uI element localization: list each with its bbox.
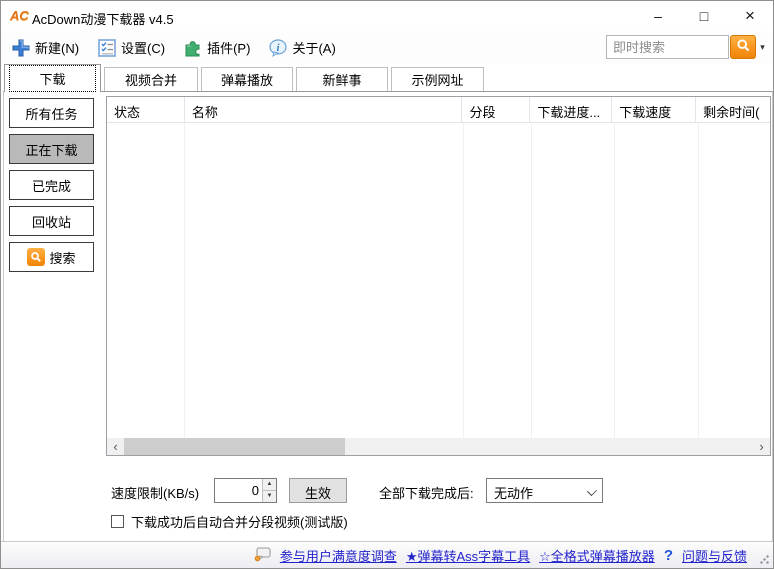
column-header-status[interactable]: 状态	[107, 97, 185, 122]
tab-sample-urls[interactable]: 示例网址	[391, 67, 484, 91]
auto-merge-checkbox[interactable]	[111, 515, 124, 528]
column-header-speed[interactable]: 下载速度	[612, 97, 697, 122]
tabstrip: 下载 视频合并 弹幕播放 新鲜事 示例网址	[1, 64, 773, 92]
column-header-name[interactable]: 名称	[185, 97, 463, 122]
tab-video-merge-label: 视频合并	[124, 73, 177, 88]
app-logo-icon: AC	[10, 8, 29, 23]
auto-merge-label: 下载成功后自动合并分段视频(测试版)	[131, 515, 348, 530]
all-tasks-label: 所有任务	[25, 106, 78, 122]
column-divider	[531, 123, 532, 439]
scroll-right-button[interactable]: ›	[753, 438, 770, 455]
spinner-buttons: ▲ ▼	[262, 479, 276, 502]
about-button[interactable]: i 关于(A)	[260, 33, 343, 63]
survey-bubble-icon	[254, 546, 271, 565]
danmaku-player-link[interactable]: ☆全格式弹幕播放器	[539, 546, 655, 565]
tab-danmaku-play[interactable]: 弹幕播放	[201, 67, 293, 91]
speed-limit-label: 速度限制(KB/s)	[111, 486, 200, 501]
tab-sample-urls-label: 示例网址	[411, 73, 464, 88]
close-icon: ×	[745, 6, 755, 25]
survey-link[interactable]: 参与用户满意度调查	[280, 546, 397, 565]
scroll-right-icon: ›	[759, 439, 764, 454]
help-question-icon: ?	[663, 546, 673, 564]
column-header-segments[interactable]: 分段	[462, 97, 531, 122]
search-icon	[27, 248, 46, 266]
titlebar: AC AcDown动漫下载器 v4.5 – □ ×	[1, 1, 773, 31]
about-info-icon: i	[268, 38, 288, 58]
spinner-up-icon: ▲	[266, 481, 273, 487]
toolbar: 新建(N) 设置(C) 插件(P) i 关于(A) 即时搜索 ▾	[1, 31, 773, 64]
settings-button[interactable]: 设置(C)	[89, 33, 173, 63]
minimize-icon: –	[654, 8, 662, 24]
maximize-icon: □	[699, 8, 709, 24]
task-table[interactable]: 状态 名称 分段 下载进度... 下载速度 剩余时间( ‹ ›	[106, 96, 771, 456]
sidebar-item-downloading[interactable]: 正在下载	[9, 134, 94, 164]
settings-label: 设置(C)	[121, 41, 166, 56]
window-title: AcDown动漫下载器 v4.5	[32, 12, 174, 27]
spinner-down-icon: ▼	[266, 493, 273, 499]
auto-merge-row: 下载成功后自动合并分段视频(测试版)	[111, 512, 348, 531]
new-plus-icon	[11, 38, 31, 58]
tab-news-label: 新鲜事	[322, 73, 362, 88]
plugins-label: 插件(P)	[207, 41, 251, 56]
tab-danmaku-play-label: 弹幕播放	[220, 73, 273, 88]
scroll-left-icon: ‹	[113, 439, 118, 454]
close-button[interactable]: ×	[727, 1, 773, 31]
about-label: 关于(A)	[292, 41, 336, 56]
tab-download-label: 下载	[9, 65, 96, 92]
window-controls: – □ ×	[635, 1, 773, 31]
sidebar-item-completed[interactable]: 已完成	[9, 170, 94, 200]
sidebar-search-label: 搜索	[49, 250, 76, 266]
new-task-button[interactable]: 新建(N)	[3, 33, 87, 63]
app-window: AC AcDown动漫下载器 v4.5 – □ × 新建(N) 设置(C) 插件…	[0, 0, 774, 569]
recycle-bin-label: 回收站	[31, 214, 71, 230]
search-options-dropdown[interactable]: ▾	[756, 42, 769, 53]
horizontal-scrollbar[interactable]: ‹ ›	[107, 438, 770, 455]
svg-text:i: i	[277, 43, 280, 54]
after-complete-label: 全部下载完成后:	[379, 486, 474, 501]
spinner-down-button[interactable]: ▼	[263, 491, 276, 502]
maximize-button[interactable]: □	[681, 1, 727, 31]
sidebar-item-all-tasks[interactable]: 所有任务	[9, 98, 94, 128]
speed-limit-spinner[interactable]: 0 ▲ ▼	[214, 478, 277, 503]
speed-limit-value[interactable]: 0	[215, 479, 262, 502]
statusbar: 参与用户满意度调查 ★弹幕转Ass字幕工具 ☆全格式弹幕播放器 ? 问题与反馈	[1, 541, 773, 568]
scrollbar-thumb[interactable]	[124, 438, 345, 455]
ass-tool-link[interactable]: ★弹幕转Ass字幕工具	[406, 546, 530, 565]
scroll-left-button[interactable]: ‹	[107, 438, 124, 455]
tab-download[interactable]: 下载	[4, 64, 101, 92]
sidebar-item-recycle-bin[interactable]: 回收站	[9, 206, 94, 236]
resize-grip-icon[interactable]	[760, 555, 769, 564]
search-button[interactable]	[730, 35, 756, 59]
spinner-up-button[interactable]: ▲	[263, 479, 276, 491]
plugin-puzzle-icon	[183, 38, 203, 58]
search-icon	[736, 38, 751, 56]
apply-button[interactable]: 生效	[289, 478, 347, 503]
column-divider	[184, 123, 185, 439]
settings-checklist-icon	[97, 38, 117, 58]
instant-search-input[interactable]	[606, 35, 729, 59]
downloading-label: 正在下载	[25, 142, 78, 158]
column-header-progress[interactable]: 下载进度...	[530, 97, 613, 122]
tab-video-merge[interactable]: 视频合并	[104, 67, 198, 91]
after-complete-select[interactable]: 无动作	[486, 478, 603, 503]
chevron-down-icon: ▾	[760, 41, 765, 52]
task-table-body	[107, 123, 770, 439]
chevron-down-icon	[588, 487, 596, 495]
feedback-link[interactable]: 问题与反馈	[682, 546, 747, 565]
scrollbar-track[interactable]	[124, 438, 753, 455]
minimize-button[interactable]: –	[635, 1, 681, 31]
column-header-remaining[interactable]: 剩余时间(	[696, 97, 770, 122]
search-area: ▾	[606, 35, 769, 59]
plugins-button[interactable]: 插件(P)	[175, 33, 258, 63]
column-divider	[698, 123, 699, 439]
sidebar-item-search[interactable]: 搜索	[9, 242, 94, 272]
task-table-header: 状态 名称 分段 下载进度... 下载速度 剩余时间(	[107, 97, 770, 123]
completed-label: 已完成	[31, 178, 71, 194]
column-divider	[614, 123, 615, 439]
column-divider	[463, 123, 464, 439]
tab-news[interactable]: 新鲜事	[296, 67, 388, 91]
new-task-label: 新建(N)	[35, 41, 80, 56]
after-complete-value: 无动作	[494, 486, 534, 501]
